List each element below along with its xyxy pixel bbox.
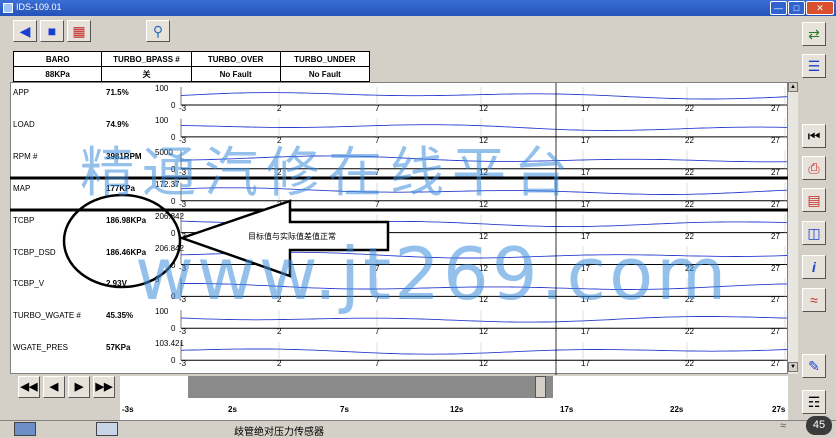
time-tick-label: 2s: [228, 405, 237, 414]
status-icon-left: [14, 422, 36, 436]
last-button[interactable]: ▶▶: [93, 376, 115, 398]
time-tick-label: 27s: [772, 405, 786, 414]
time-tick-label: 12s: [450, 405, 464, 414]
wifi-icon: ≈: [780, 420, 787, 432]
battery-badge: 45: [806, 416, 832, 435]
next-button[interactable]: ▶: [68, 376, 90, 398]
first-button[interactable]: ◀◀: [18, 376, 40, 398]
time-tick-label: 22s: [670, 405, 684, 414]
time-tick-label: -3s: [122, 405, 134, 414]
status-text: 歧管绝对压力传感器: [234, 427, 324, 438]
timeline-thumb[interactable]: [535, 376, 546, 398]
prev-button[interactable]: ◀: [43, 376, 65, 398]
watermark-line1: 精通汽修在线平台: [80, 141, 576, 204]
time-tick-label: 7s: [340, 405, 349, 414]
status-icon-middle: [96, 422, 118, 436]
time-tick-label: 17s: [560, 405, 574, 414]
watermark-line2: www.jt269.com: [135, 232, 730, 316]
status-bar: [0, 420, 836, 437]
timeline-fill: [188, 376, 553, 398]
annotation-overlay: [10, 176, 788, 289]
